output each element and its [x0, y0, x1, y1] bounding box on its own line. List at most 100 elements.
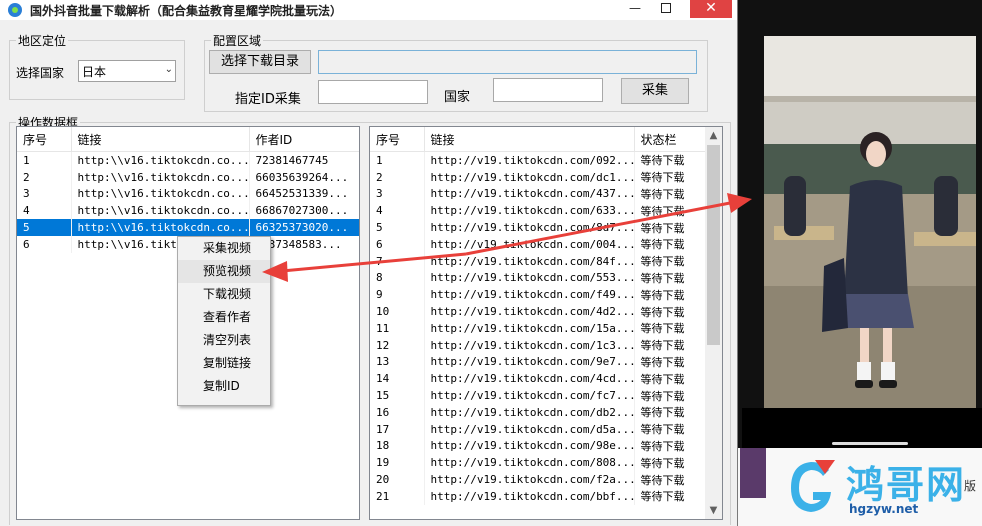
- table-cell: 17: [370, 420, 425, 438]
- table-row[interactable]: 4 http://v19.tiktokcdn.com/633... 等待下载: [370, 202, 706, 220]
- table-cell: 15: [370, 387, 425, 404]
- column-header[interactable]: 状态栏: [634, 127, 706, 152]
- video-preview-image: [764, 36, 976, 408]
- context-menu-item[interactable]: 清空列表: [178, 329, 270, 352]
- table-row[interactable]: 1 http:\\v16.tiktokcdn.co... 72381467745: [17, 151, 359, 169]
- table-cell: http://v19.tiktokcdn.com/633...: [424, 202, 635, 220]
- context-menu-item[interactable]: 采集视频: [178, 237, 270, 260]
- table-cell: http://v19.tiktokcdn.com/004...: [424, 235, 635, 253]
- scroll-up-icon[interactable]: ▲: [705, 127, 722, 144]
- country-label: 国家: [444, 90, 471, 105]
- table-row[interactable]: 8 http://v19.tiktokcdn.com/553... 等待下载: [370, 269, 706, 287]
- column-header[interactable]: 序号: [17, 127, 72, 152]
- context-menu-item[interactable]: 预览视频: [178, 260, 270, 283]
- context-menu-item[interactable]: 下载视频: [178, 283, 270, 306]
- table-cell: 10: [370, 303, 425, 320]
- table-cell: http://v19.tiktokcdn.com/84f...: [424, 252, 635, 270]
- author-id-input[interactable]: [318, 80, 428, 104]
- scroll-down-icon[interactable]: ▼: [705, 502, 722, 519]
- context-menu-item[interactable]: 查看作者: [178, 306, 270, 329]
- column-header[interactable]: 作者ID: [249, 127, 359, 152]
- author-table-header: 序号 链接 作者ID: [17, 127, 359, 152]
- table-cell: 6: [370, 235, 425, 253]
- table-row[interactable]: 13 http://v19.tiktokcdn.com/9e7... 等待下载: [370, 353, 706, 371]
- table-cell: 等待下载: [634, 319, 706, 337]
- context-menu-item[interactable]: 复制链接: [178, 352, 270, 375]
- table-cell: http://v19.tiktokcdn.com/dc1...: [424, 168, 635, 186]
- scroll-thumb[interactable]: [707, 145, 720, 345]
- table-cell: 等待下载: [634, 420, 706, 438]
- table-row[interactable]: 5 http:\\v16.tiktokcdn.co... 66325373020..…: [17, 219, 359, 236]
- table-row[interactable]: 6 http://v19.tiktokcdn.com/004... 等待下载: [370, 235, 706, 253]
- table-row[interactable]: 1 http://v19.tiktokcdn.com/092... 等待下载: [370, 151, 706, 169]
- table-row[interactable]: 20 http://v19.tiktokcdn.com/f2a... 等待下载: [370, 471, 706, 488]
- table-row[interactable]: 14 http://v19.tiktokcdn.com/4cd... 等待下载: [370, 370, 706, 388]
- minimize-button[interactable]: —: [620, 0, 650, 18]
- table-cell: http://v19.tiktokcdn.com/98e...: [424, 437, 635, 455]
- brand-name: 鸿哥网: [846, 462, 967, 507]
- table-cell: 21: [370, 487, 425, 505]
- table-cell: 等待下载: [634, 387, 706, 404]
- table-cell: http:\\v16.tiktokcdn.co...: [71, 185, 250, 203]
- table-row[interactable]: 2 http://v19.tiktokcdn.com/dc1... 等待下载: [370, 168, 706, 186]
- thumbnail-strip: [740, 448, 766, 498]
- table-cell: 5: [370, 219, 425, 236]
- table-cell: 等待下载: [634, 353, 706, 371]
- table-row[interactable]: 12 http://v19.tiktokcdn.com/1c3... 等待下载: [370, 336, 706, 354]
- table-cell: 66035639264...: [249, 168, 359, 186]
- table-row[interactable]: 17 http://v19.tiktokcdn.com/d5a... 等待下载: [370, 420, 706, 438]
- table-cell: 等待下载: [634, 403, 706, 421]
- table-row[interactable]: 18 http://v19.tiktokcdn.com/98e... 等待下载: [370, 437, 706, 455]
- table-cell: 等待下载: [634, 454, 706, 472]
- table-row[interactable]: 10 http://v19.tiktokcdn.com/4d2... 等待下载: [370, 303, 706, 320]
- table-row[interactable]: 3 http://v19.tiktokcdn.com/437... 等待下载: [370, 185, 706, 203]
- table-row[interactable]: 21 http://v19.tiktokcdn.com/bbf... 等待下载: [370, 487, 706, 505]
- column-header[interactable]: 序号: [370, 127, 425, 152]
- country-select[interactable]: 日本 ⌄: [78, 60, 176, 82]
- directory-path-field[interactable]: [318, 50, 697, 74]
- table-row[interactable]: 3 http:\\v16.tiktokcdn.co... 66452531339..…: [17, 185, 359, 203]
- column-header[interactable]: 链接: [424, 127, 635, 152]
- column-header[interactable]: 链接: [71, 127, 250, 152]
- table-cell: 等待下载: [634, 487, 706, 505]
- table-cell: 66452531339...: [249, 185, 359, 203]
- table-row[interactable]: 16 http://v19.tiktokcdn.com/db2... 等待下载: [370, 403, 706, 421]
- collect-button[interactable]: 采集: [621, 78, 689, 104]
- country-input[interactable]: [493, 78, 603, 102]
- table-row[interactable]: 15 http://v19.tiktokcdn.com/fc7... 等待下载: [370, 387, 706, 404]
- table-cell: 等待下载: [634, 437, 706, 455]
- table-row[interactable]: 4 http:\\v16.tiktokcdn.co... 66867027300..…: [17, 202, 359, 220]
- table-cell: 19: [370, 454, 425, 472]
- table-cell: http://v19.tiktokcdn.com/d5a...: [424, 420, 635, 438]
- table-cell: 2: [370, 168, 425, 186]
- home-indicator: [832, 442, 908, 445]
- table-row[interactable]: 2 http:\\v16.tiktokcdn.co... 66035639264..…: [17, 168, 359, 186]
- table-cell: 4: [17, 202, 72, 220]
- table-cell: 等待下载: [634, 286, 706, 304]
- select-directory-button[interactable]: 选择下载目录: [209, 50, 311, 74]
- table-cell: http://v19.tiktokcdn.com/f49...: [424, 286, 635, 304]
- table-cell: 等待下载: [634, 168, 706, 186]
- table-row[interactable]: 9 http://v19.tiktokcdn.com/f49... 等待下载: [370, 286, 706, 304]
- edge-text: 版: [964, 479, 977, 493]
- table-cell: 66325373020...: [249, 219, 359, 236]
- table-row[interactable]: 5 http://v19.tiktokcdn.com/8d7... 等待下载: [370, 219, 706, 236]
- table-cell: http://v19.tiktokcdn.com/092...: [424, 151, 635, 169]
- main-window: 国外抖音批量下载解析（配合集益教育星耀学院批量玩法） — ✕ 地区定位 选择国家…: [0, 0, 738, 526]
- table-cell: 等待下载: [634, 235, 706, 253]
- table-row[interactable]: 19 http://v19.tiktokcdn.com/808... 等待下载: [370, 454, 706, 472]
- table-cell: 66867027300...: [249, 202, 359, 220]
- vertical-scrollbar[interactable]: ▲ ▼: [705, 127, 722, 519]
- table-row[interactable]: 7 http://v19.tiktokcdn.com/84f... 等待下载: [370, 252, 706, 270]
- context-menu-item[interactable]: 复制ID: [178, 375, 270, 398]
- chevron-down-icon: ⌄: [164, 64, 173, 75]
- table-row[interactable]: 11 http://v19.tiktokcdn.com/15a... 等待下载: [370, 319, 706, 337]
- table-cell: 等待下载: [634, 336, 706, 354]
- close-button[interactable]: ✕: [690, 0, 732, 18]
- brand-url: hgzyw.net: [849, 502, 919, 516]
- download-table[interactable]: 序号 链接 状态栏 1 http://v19.tiktokcdn.com/092.…: [369, 126, 723, 520]
- table-cell: 12: [370, 336, 425, 354]
- table-cell: 3: [370, 185, 425, 203]
- table-cell: 7: [370, 252, 425, 270]
- maximize-button[interactable]: [652, 0, 680, 18]
